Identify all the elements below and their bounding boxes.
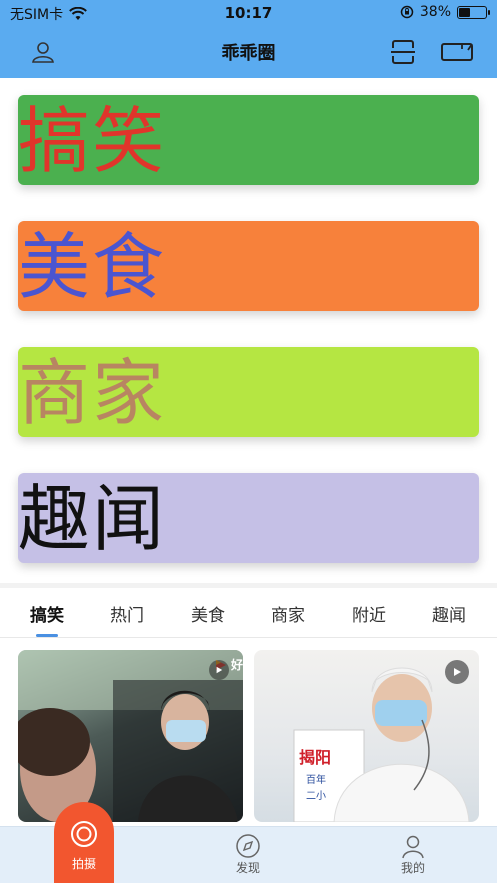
rotation-lock-icon: [400, 5, 414, 19]
video-card[interactable]: 揭阳 百年 二小: [254, 650, 479, 822]
scan-button[interactable]: [388, 37, 418, 67]
banner-label: 搞笑: [18, 99, 167, 183]
active-tab-indicator: [36, 634, 58, 637]
status-bar: 无SIM卡 10:17 38%: [0, 0, 497, 26]
battery-percent: 38%: [419, 4, 451, 20]
video-camera-button[interactable]: [439, 37, 475, 67]
page-title: 乖乖圈: [221, 43, 276, 64]
battery-icon: [457, 5, 490, 19]
tab-fujin[interactable]: 附近: [339, 601, 399, 626]
tab-meishi[interactable]: 美食: [178, 601, 238, 626]
card2-sign-line2: 二小: [306, 791, 326, 802]
banner-label: 趣闻: [18, 477, 167, 561]
banner-quwen[interactable]: 趣闻: [18, 473, 479, 563]
tab-quwen[interactable]: 趣闻: [419, 601, 479, 626]
tabbar-discover-label: 发现: [235, 861, 260, 875]
card2-sign-line1: 百年: [306, 775, 326, 786]
banner-label: 商家: [18, 351, 167, 435]
nav-bar: 乖乖圈: [0, 26, 497, 78]
banner-shangjia[interactable]: 商家: [18, 347, 479, 437]
tabbar-mine[interactable]: 我的: [383, 833, 443, 876]
banner-gaoxiao[interactable]: 搞笑: [18, 95, 479, 185]
banner-label: 美食: [18, 225, 167, 309]
video-camera-icon: [441, 43, 473, 61]
card2-sign-title: 揭阳: [299, 748, 332, 767]
category-banners: 搞笑 美食 商家 趣闻: [0, 78, 497, 583]
banner-meishi[interactable]: 美食: [18, 221, 479, 311]
tab-remen[interactable]: 热门: [97, 601, 157, 626]
video-feed: 好 揭阳 百年 二小: [0, 638, 497, 826]
shoot-button[interactable]: 拍摄: [54, 802, 114, 883]
tabbar-discover[interactable]: 发现: [218, 833, 278, 876]
tab-gaoxiao[interactable]: 搞笑: [17, 601, 77, 626]
card-brand-label: 好: [230, 658, 243, 672]
play-icon[interactable]: [445, 660, 469, 684]
shoot-label: 拍摄: [71, 857, 96, 871]
user-icon: [402, 835, 424, 859]
compass-icon: [236, 834, 260, 858]
tabbar-mine-label: 我的: [400, 861, 425, 875]
camera-shutter-icon: [71, 821, 97, 847]
scan-icon: [391, 40, 415, 64]
video-thumbnail: [18, 650, 243, 822]
video-card[interactable]: 好: [18, 650, 243, 822]
category-tabs: 搞笑 热门 美食 商家 附近 趣闻: [0, 588, 497, 638]
tab-shangjia[interactable]: 商家: [258, 601, 318, 626]
play-icon[interactable]: [209, 660, 229, 680]
